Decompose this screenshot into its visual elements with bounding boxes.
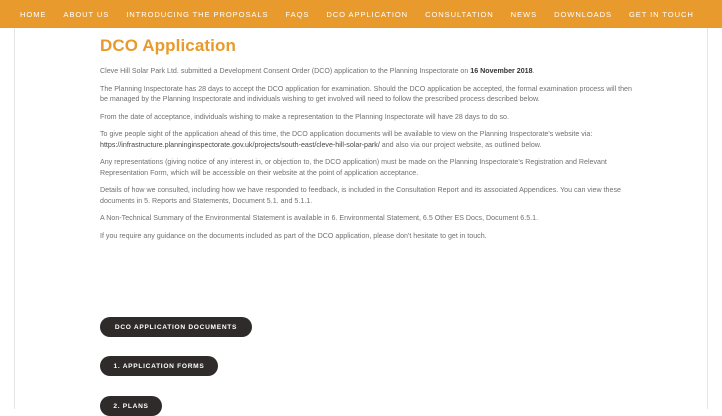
nav-item-downloads[interactable]: DOWNLOADS xyxy=(554,10,612,19)
submission-date: 16 November 2018 xyxy=(470,67,533,75)
page-edge-right xyxy=(707,28,708,409)
guidance-paragraph: If you require any guidance on the docum… xyxy=(100,231,487,240)
page-edge-left xyxy=(14,28,15,409)
availability-text: To give people sight of the application … xyxy=(100,130,593,138)
nav-item-about-us[interactable]: ABOUT US xyxy=(63,10,109,19)
planning-inspectorate-link[interactable]: https://infrastructure.planninginspector… xyxy=(100,141,380,149)
intro-text: Cleve Hill Solar Park Ltd. submitted a D… xyxy=(100,67,471,75)
nav-item-consultation[interactable]: CONSULTATION xyxy=(425,10,494,19)
intro-end: . xyxy=(532,67,535,75)
application-forms-button[interactable]: 1. APPLICATION FORMS xyxy=(100,356,218,376)
dco-application-documents-button[interactable]: DCO APPLICATION DOCUMENTS xyxy=(100,317,252,337)
nav-item-dco-application[interactable]: DCO APPLICATION xyxy=(326,10,408,19)
non-technical-summary-paragraph: A Non-Technical Summary of the Environme… xyxy=(100,214,539,222)
nav-item-faqs[interactable]: FAQS xyxy=(285,10,309,19)
plans-button[interactable]: 2. PLANS xyxy=(100,396,162,416)
page: HOME ABOUT US INTRODUCING THE PROPOSALS … xyxy=(0,0,722,416)
page-title: DCO Application xyxy=(100,36,236,55)
nav-item-news[interactable]: NEWS xyxy=(511,10,537,19)
representation-window-paragraph: From the date of acceptance, individuals… xyxy=(100,112,509,121)
nav-item-introducing-the-proposals[interactable]: INTRODUCING THE PROPOSALS xyxy=(126,10,268,19)
documents-availability-paragraph: To give people sight of the application … xyxy=(100,129,640,150)
nav-item-home[interactable]: HOME xyxy=(20,10,46,19)
acceptance-paragraph: The Planning Inspectorate has 28 days to… xyxy=(100,84,632,104)
main-content: DCO Application Cleve Hill Solar Park Lt… xyxy=(100,36,640,248)
representations-paragraph: Any representations (giving notice of an… xyxy=(100,158,607,177)
availability-end: and also via our project website, as out… xyxy=(379,140,542,149)
consultation-details-paragraph: Details of how we consulted, including h… xyxy=(100,186,621,205)
main-navigation: HOME ABOUT US INTRODUCING THE PROPOSALS … xyxy=(0,0,722,28)
nav-item-get-in-touch[interactable]: GET IN TOUCH xyxy=(629,10,694,19)
intro-paragraph: Cleve Hill Solar Park Ltd. submitted a D… xyxy=(100,66,640,77)
